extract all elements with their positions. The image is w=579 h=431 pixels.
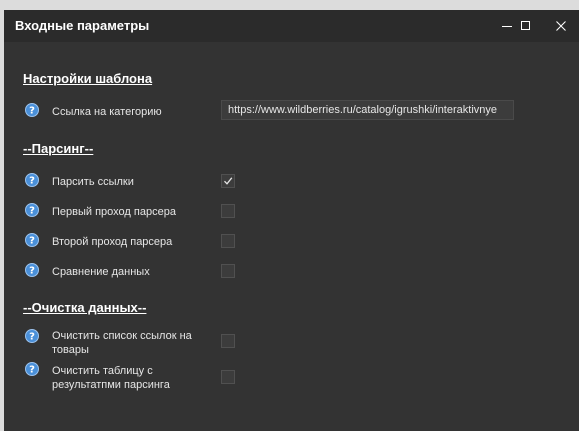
svg-text:?: ? [29, 332, 35, 343]
help-icon[interactable]: ? [25, 233, 39, 247]
help-icon[interactable]: ? [25, 103, 39, 117]
help-icon[interactable]: ? [25, 263, 39, 277]
close-icon [556, 21, 566, 31]
svg-text:?: ? [29, 106, 35, 117]
parse-links-label: Парсить ссылки [52, 176, 134, 188]
svg-text:?: ? [29, 236, 35, 247]
help-icon[interactable]: ? [25, 362, 39, 376]
clear-results-label-line2: результатпми парсинга [52, 379, 170, 391]
dialog-content: Настройки шаблона ? Ссылка на категорию … [4, 42, 579, 431]
first-pass-checkbox[interactable] [221, 204, 235, 218]
compare-data-checkbox[interactable] [221, 264, 235, 278]
compare-data-label: Сравнение данных [52, 266, 150, 278]
parse-links-checkbox[interactable] [221, 174, 235, 188]
help-icon[interactable]: ? [25, 173, 39, 187]
checkmark-icon [224, 177, 233, 185]
input-parameters-dialog: Входные параметры Настройки шаблона ? Сс… [4, 10, 579, 431]
section-parsing-title: --Парсинг-- [23, 141, 94, 156]
svg-text:?: ? [29, 176, 35, 187]
category-link-input[interactable]: https://www.wildberries.ru/catalog/igrus… [221, 100, 514, 120]
maximize-button[interactable] [508, 10, 544, 42]
second-pass-checkbox[interactable] [221, 234, 235, 248]
help-icon[interactable]: ? [25, 203, 39, 217]
close-button[interactable] [543, 10, 579, 42]
clear-links-label-line2: товары [52, 344, 89, 356]
clear-links-checkbox[interactable] [221, 334, 235, 348]
section-template-title: Настройки шаблона [23, 71, 153, 86]
svg-text:?: ? [29, 365, 35, 376]
clear-results-checkbox[interactable] [221, 370, 235, 384]
clear-links-label-line1: Очистить список ссылок на [52, 330, 192, 342]
section-cleanup-title: --Очистка данных-- [23, 300, 147, 315]
clear-results-label-line1: Очистить таблицу с [52, 365, 153, 377]
help-icon[interactable]: ? [25, 329, 39, 343]
category-link-label: Ссылка на категорию [52, 106, 162, 118]
maximize-icon [521, 21, 530, 30]
window-title: Входные параметры [15, 18, 150, 33]
second-pass-label: Второй проход парсера [52, 236, 173, 248]
svg-text:?: ? [29, 206, 35, 217]
first-pass-label: Первый проход парсера [52, 206, 176, 218]
svg-text:?: ? [29, 266, 35, 277]
title-bar[interactable]: Входные параметры [4, 10, 579, 42]
